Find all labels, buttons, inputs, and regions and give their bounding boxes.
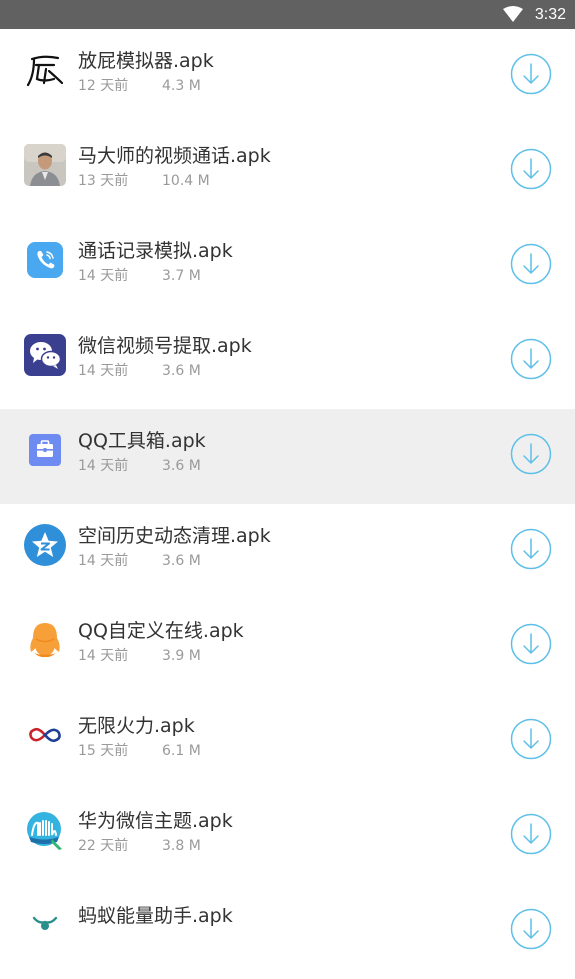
file-name: 蚂蚁能量助手.apk (78, 905, 233, 927)
file-meta: 14 天前 3.6 M (78, 552, 201, 570)
fart-calligraphy-icon (24, 49, 66, 91)
file-meta: 14 天前 3.9 M (78, 647, 201, 665)
file-age: 22 天前 (78, 838, 129, 854)
file-list: 放屁模拟器.apk 12 天前 4.3 M 马大师的视频通话.apk 13 天前 1… (0, 29, 575, 979)
wechat-icon (24, 334, 66, 376)
file-meta (78, 932, 162, 950)
download-icon (510, 433, 552, 475)
file-age: 13 天前 (78, 173, 129, 189)
file-size: 3.8 M (162, 838, 201, 854)
file-meta: 22 天前 3.8 M (78, 837, 201, 855)
download-icon (510, 623, 552, 665)
status-time: 3:32 (534, 6, 566, 23)
list-item[interactable]: 通话记录模拟.apk 14 天前 3.7 M (0, 219, 575, 314)
file-name: 华为微信主题.apk (78, 810, 233, 832)
file-age: 12 天前 (78, 78, 129, 94)
file-age: 14 天前 (78, 268, 129, 284)
list-item[interactable]: 放屁模拟器.apk 12 天前 4.3 M (0, 29, 575, 124)
file-age: 14 天前 (78, 458, 129, 474)
list-item[interactable]: 马大师的视频通话.apk 13 天前 10.4 M (0, 124, 575, 219)
file-name: QQ自定义在线.apk (78, 620, 244, 642)
qzone-star-icon (24, 524, 66, 566)
file-name: 微信视频号提取.apk (78, 335, 252, 357)
file-age: 14 天前 (78, 648, 129, 664)
download-icon (510, 338, 552, 380)
download-icon (510, 718, 552, 760)
file-meta: 15 天前 6.1 M (78, 742, 201, 760)
file-size: 4.3 M (162, 78, 201, 94)
download-button[interactable] (510, 243, 552, 285)
download-icon (510, 528, 552, 570)
download-button[interactable] (510, 623, 552, 665)
file-size: 3.9 M (162, 648, 201, 664)
file-age: 14 天前 (78, 553, 129, 569)
toolbox-icon (24, 429, 66, 471)
download-button[interactable] (510, 148, 552, 190)
list-item[interactable]: QQ工具箱.apk 14 天前 3.6 M (0, 409, 575, 504)
list-item[interactable]: 微信视频号提取.apk 14 天前 3.6 M (0, 314, 575, 409)
file-name: 通话记录模拟.apk (78, 240, 233, 262)
file-name: 马大师的视频通话.apk (78, 145, 271, 167)
download-button[interactable] (510, 813, 552, 855)
file-size: 3.6 M (162, 458, 201, 474)
ant-icon (24, 904, 66, 946)
file-meta: 14 天前 3.7 M (78, 267, 201, 285)
list-item[interactable]: 空间历史动态清理.apk 14 天前 3.6 M (0, 504, 575, 599)
file-size: 3.6 M (162, 553, 201, 569)
list-item[interactable]: 蚂蚁能量助手.apk (0, 884, 575, 979)
infinity-icon (24, 714, 66, 756)
file-name: QQ工具箱.apk (78, 430, 206, 452)
wifi-icon (503, 6, 523, 23)
download-button[interactable] (510, 908, 552, 950)
file-size: 6.1 M (162, 743, 201, 759)
file-name: 无限火力.apk (78, 715, 195, 737)
file-meta: 13 天前 10.4 M (78, 172, 210, 190)
download-button[interactable] (510, 53, 552, 95)
list-item[interactable]: 华为微信主题.apk 22 天前 3.8 M (0, 789, 575, 884)
download-icon (510, 908, 552, 950)
portrait-photo-icon (24, 144, 66, 186)
file-age: 14 天前 (78, 363, 129, 379)
download-icon (510, 148, 552, 190)
theme-brush-icon (24, 809, 66, 851)
list-item[interactable]: 无限火力.apk 15 天前 6.1 M (0, 694, 575, 789)
download-icon (510, 813, 552, 855)
download-button[interactable] (510, 718, 552, 760)
download-icon (510, 243, 552, 285)
file-name: 放屁模拟器.apk (78, 50, 214, 72)
status-bar: 3:32 (0, 0, 575, 29)
file-meta: 14 天前 3.6 M (78, 362, 201, 380)
download-button[interactable] (510, 338, 552, 380)
file-meta: 14 天前 3.6 M (78, 457, 201, 475)
file-size: 3.6 M (162, 363, 201, 379)
file-age: 15 天前 (78, 743, 129, 759)
file-size: 10.4 M (162, 173, 210, 189)
file-meta: 12 天前 4.3 M (78, 77, 201, 95)
download-button[interactable] (510, 528, 552, 570)
file-size: 3.7 M (162, 268, 201, 284)
file-name: 空间历史动态清理.apk (78, 525, 271, 547)
qq-penguin-icon (24, 619, 66, 661)
list-item[interactable]: QQ自定义在线.apk 14 天前 3.9 M (0, 599, 575, 694)
download-icon (510, 53, 552, 95)
phone-call-icon (24, 239, 66, 281)
download-button[interactable] (510, 433, 552, 475)
